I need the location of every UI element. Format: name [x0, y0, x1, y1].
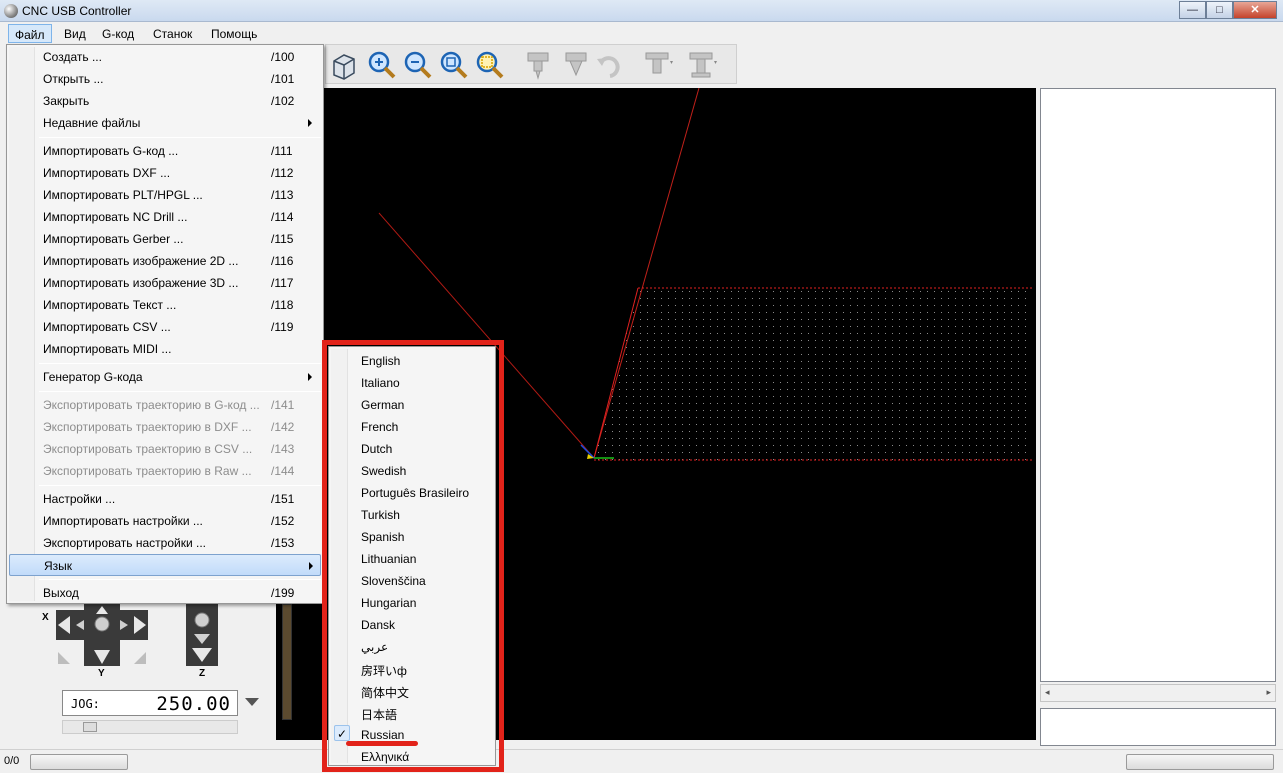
language-item-lithuanian[interactable]: Lithuanian: [331, 547, 493, 569]
status-text: 0/0: [4, 755, 20, 767]
menu-item-new[interactable]: Создать ... /100: [9, 46, 321, 68]
language-item-garbled[interactable]: 房玶いф: [331, 657, 493, 679]
language-submenu: English Italiano German French Dutch Swe…: [328, 346, 496, 766]
menu-item-import-gcode[interactable]: Импортировать G-код ... /111: [9, 140, 321, 162]
menu-view[interactable]: Вид: [58, 24, 92, 43]
app-icon: [4, 4, 18, 18]
language-item-italiano[interactable]: Italiano: [331, 371, 493, 393]
menu-item-export-csv: Экспортировать траекторию в CSV ... /143: [43, 442, 295, 456]
language-item-swedish[interactable]: Swedish: [331, 459, 493, 481]
menu-separator: [39, 485, 321, 486]
menu-separator: [39, 363, 321, 364]
view-toolbar: [325, 44, 737, 84]
language-item-german[interactable]: German: [331, 393, 493, 415]
language-item-french[interactable]: French: [331, 415, 493, 437]
menu-item-import-midi[interactable]: Импортировать MIDI ...: [9, 338, 321, 360]
language-item-dutch[interactable]: Dutch: [331, 437, 493, 459]
language-item-turkish[interactable]: Turkish: [331, 503, 493, 525]
checkmark-icon: ✓: [334, 725, 350, 741]
jog-xy-pad[interactable]: [56, 604, 148, 666]
scroll-left-icon[interactable]: ◂: [1045, 687, 1050, 698]
menu-item-exit[interactable]: Выход /199: [9, 582, 321, 604]
menu-item-open[interactable]: Открыть ... /101: [9, 68, 321, 90]
menu-help[interactable]: Помощь: [205, 24, 263, 43]
menu-item-import-image-3d[interactable]: Импортировать изображение 3D ... /117: [9, 272, 321, 294]
menu-gcode[interactable]: G-код: [96, 24, 140, 43]
zoom-in-icon[interactable]: [366, 49, 398, 81]
language-item-greek[interactable]: Ελληνικά: [331, 745, 493, 767]
menu-machine[interactable]: Станок: [147, 24, 198, 43]
tool-path-icon[interactable]: [560, 49, 592, 81]
menu-separator: [39, 391, 321, 392]
progress-bar-left: [30, 754, 128, 770]
jog-value: 250.00: [156, 693, 231, 715]
menu-item-import-image-2d[interactable]: Импортировать изображение 2D ... /116: [9, 250, 321, 272]
jog-label: JOG:: [71, 697, 100, 711]
annotation-underline: [346, 741, 418, 746]
language-item-dansk[interactable]: Dansk: [331, 613, 493, 635]
maximize-button[interactable]: □: [1206, 1, 1233, 19]
language-item-japanese[interactable]: 日本語: [331, 701, 493, 723]
menu-item-export-dxf: Экспортировать траекторию в DXF ... /142: [43, 420, 295, 434]
submenu-arrow-icon: [308, 119, 312, 127]
minimize-button[interactable]: —: [1179, 1, 1206, 19]
language-item-arabic[interactable]: عربي: [331, 635, 493, 657]
menu-item-import-settings[interactable]: Импортировать настройки ... /152: [9, 510, 321, 532]
language-item-chinese-simplified[interactable]: 简体中文: [331, 679, 493, 701]
right-panel-scrollbar[interactable]: ◂ ▸: [1040, 684, 1276, 702]
view-3d-cube-icon[interactable]: [328, 49, 360, 81]
menu-item-import-gerber[interactable]: Импортировать Gerber ... /115: [9, 228, 321, 250]
menu-item-language[interactable]: Язык: [9, 554, 321, 576]
window-controls: — □ ✕: [1179, 1, 1277, 19]
right-lower-box: [1040, 708, 1276, 746]
progress-bar-right: [1126, 754, 1274, 770]
zoom-fit-icon[interactable]: [438, 49, 470, 81]
menu-item-import-nc-drill[interactable]: Импортировать NC Drill ... /114: [9, 206, 321, 228]
file-menu-dropdown: Создать ... /100 Открыть ... /101 Закрыт…: [6, 44, 324, 604]
close-button[interactable]: ✕: [1233, 1, 1277, 19]
machine-move-icon[interactable]: [642, 49, 674, 81]
language-item-portuguese-br[interactable]: Português Brasileiro: [331, 481, 493, 503]
machine-home-icon[interactable]: [686, 49, 718, 81]
window-title: CNC USB Controller: [22, 4, 132, 18]
zoom-out-icon[interactable]: [402, 49, 434, 81]
menu-item-import-text[interactable]: Импортировать Текст ... /118: [9, 294, 321, 316]
axis-z-label: Z: [199, 668, 206, 679]
jog-dropdown-icon[interactable]: [245, 698, 259, 706]
menu-bar: Файл Вид G-код Станок Помощь: [0, 22, 1283, 44]
submenu-arrow-icon: [309, 562, 313, 570]
jog-readout[interactable]: JOG: 250.00: [62, 690, 238, 716]
language-item-slovenian[interactable]: Slovenščina: [331, 569, 493, 591]
axis-x-label: X: [42, 612, 49, 623]
right-info-panel[interactable]: [1040, 88, 1276, 682]
axis-y-label: Y: [98, 668, 105, 679]
zoom-window-icon[interactable]: [474, 49, 506, 81]
menu-item-gcode-generator[interactable]: Генератор G-кода: [9, 366, 321, 388]
menu-item-export-settings[interactable]: Экспортировать настройки ... /153: [9, 532, 321, 554]
rotate-tool-icon[interactable]: [594, 49, 626, 81]
scroll-right-icon[interactable]: ▸: [1266, 687, 1271, 698]
spindle-tool-icon[interactable]: [522, 49, 554, 81]
title-bar: CNC USB Controller — □ ✕: [0, 0, 1283, 22]
submenu-arrow-icon: [308, 373, 312, 381]
menu-file[interactable]: Файл: [8, 24, 52, 43]
menu-item-export-raw: Экспортировать траекторию в Raw ... /144: [43, 464, 295, 478]
jog-z-pad[interactable]: [186, 604, 218, 666]
status-bar: 0/0: [0, 749, 1283, 773]
language-item-spanish[interactable]: Spanish: [331, 525, 493, 547]
menu-item-close[interactable]: Закрыть /102: [9, 90, 321, 112]
menu-item-import-plt[interactable]: Импортировать PLT/HPGL ... /113: [9, 184, 321, 206]
jog-step-slider[interactable]: [62, 720, 238, 734]
language-item-english[interactable]: English: [331, 349, 493, 371]
feed-override-bar[interactable]: [282, 604, 292, 720]
jog-slider-thumb[interactable]: [83, 722, 97, 732]
menu-item-recent-files[interactable]: Недавние файлы: [9, 112, 321, 134]
menu-separator: [39, 579, 321, 580]
menu-item-import-csv[interactable]: Импортировать CSV ... /119: [9, 316, 321, 338]
menu-item-import-dxf[interactable]: Импортировать DXF ... /112: [9, 162, 321, 184]
menu-item-export-gcode: Экспортировать траекторию в G-код ... /1…: [43, 398, 295, 412]
menu-item-settings[interactable]: Настройки ... /151: [9, 488, 321, 510]
language-item-hungarian[interactable]: Hungarian: [331, 591, 493, 613]
menu-separator: [39, 137, 321, 138]
